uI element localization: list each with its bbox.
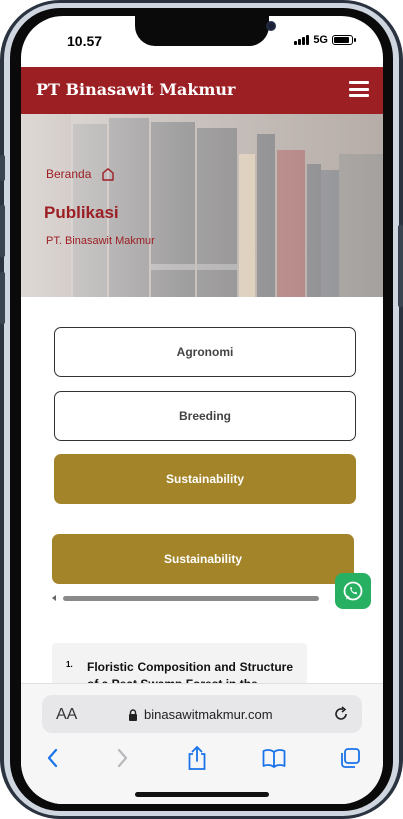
- tabs-icon[interactable]: [337, 745, 363, 771]
- reload-icon[interactable]: [332, 705, 350, 723]
- bookmarks-icon[interactable]: [261, 745, 287, 771]
- status-indicators: 5G: [294, 34, 356, 46]
- page-hero: Beranda Publikasi PT. Binasawit Makmur: [21, 114, 383, 297]
- whatsapp-icon[interactable]: [335, 573, 371, 609]
- filter-button-agronomi[interactable]: Agronomi: [54, 327, 356, 377]
- forward-icon[interactable]: [110, 745, 136, 771]
- text-size-label: AA: [56, 706, 78, 723]
- publication-number: 1.: [66, 660, 73, 669]
- status-time: 10.57: [67, 33, 103, 49]
- browser-toolbar: AA binasawitmakmur.com: [21, 683, 383, 804]
- url-text: binasawitmakmur.com: [144, 707, 273, 722]
- breadcrumb: Beranda: [46, 167, 115, 181]
- breadcrumb-home-link[interactable]: Beranda: [46, 167, 91, 181]
- signal-icon: [294, 35, 310, 45]
- filter-label: Breeding: [178, 409, 231, 423]
- filter-label: Sustainability: [165, 472, 245, 486]
- dynamic-island: [135, 16, 276, 46]
- volume-down-button: [0, 272, 5, 324]
- url-display[interactable]: binasawitmakmur.com: [128, 707, 273, 722]
- hamburger-icon[interactable]: [349, 81, 369, 97]
- scrollbar-thumb[interactable]: [63, 596, 319, 601]
- text-size-button[interactable]: AA: [56, 706, 77, 724]
- status-bar: 10.57 5G: [21, 16, 383, 66]
- back-icon[interactable]: [39, 745, 65, 771]
- home-icon[interactable]: [101, 167, 115, 181]
- selected-category-heading[interactable]: Sustainability: [52, 534, 354, 584]
- share-icon[interactable]: [184, 745, 210, 771]
- site-header: PT Binasawit Makmur: [21, 67, 383, 114]
- page-subtitle: PT. Binasawit Makmur: [46, 235, 155, 247]
- lock-icon: [129, 708, 137, 721]
- power-button: [398, 225, 403, 307]
- filter-label: Agronomi: [176, 345, 234, 359]
- network-type: 5G: [313, 34, 328, 46]
- filter-button-breeding[interactable]: Breeding: [54, 391, 356, 441]
- screen: 10.57 5G PT Binasawit Makmur Beranda Pub…: [21, 16, 383, 804]
- camera-icon: [266, 21, 276, 31]
- volume-up-button: [0, 205, 5, 257]
- brand-logo-text[interactable]: PT Binasawit Makmur: [36, 80, 235, 99]
- home-indicator[interactable]: [135, 792, 269, 797]
- scroll-left-arrow-icon[interactable]: [52, 595, 56, 601]
- filter-button-sustainability[interactable]: Sustainability: [54, 454, 356, 504]
- battery-icon: [332, 35, 356, 45]
- address-bar[interactable]: AA binasawitmakmur.com: [42, 695, 362, 733]
- mute-switch: [0, 155, 5, 181]
- page-title: Publikasi: [44, 203, 119, 222]
- horizontal-scrollbar[interactable]: [52, 595, 324, 603]
- selected-category-label: Sustainability: [163, 552, 243, 566]
